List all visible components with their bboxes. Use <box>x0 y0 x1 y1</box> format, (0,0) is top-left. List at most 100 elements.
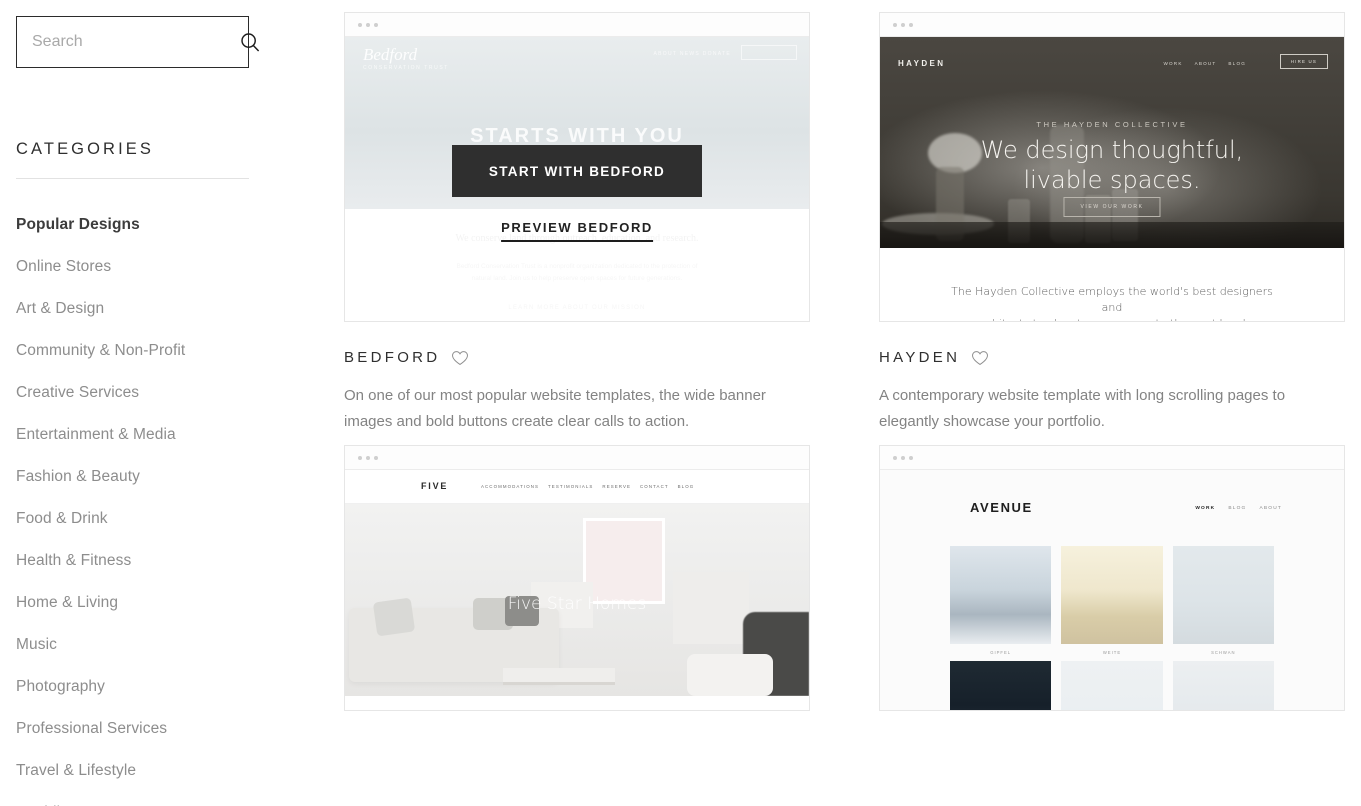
avenue-thumb-item <box>950 661 1052 710</box>
sidebar-item-food-drink[interactable]: Food & Drink <box>16 498 328 540</box>
five-nav-reserve: RESERVE <box>602 484 632 489</box>
sidebar-item-popular-designs[interactable]: Popular Designs <box>16 204 328 246</box>
sidebar-item-creative-services[interactable]: Creative Services <box>16 372 328 414</box>
decor-coffee-table <box>503 668 615 682</box>
hayden-cta-button: VIEW OUR WORK <box>1063 197 1161 217</box>
chrome-dot-icon <box>374 22 378 27</box>
five-nav-blog: BLOG <box>677 484 695 489</box>
sidebar-item-community-non-profit[interactable]: Community & Non-Profit <box>16 330 328 372</box>
avenue-thumb-caption: SCHWAN <box>1211 650 1236 655</box>
avenue-site-preview: AVENUE WORK BLOG ABOUT GIPFEL WEITE SCHW… <box>880 470 1344 710</box>
template-gallery-page: CATEGORIES Popular Designs Online Stores… <box>0 0 1361 806</box>
avenue-thumb-item: GIPFEL <box>950 546 1052 655</box>
preview-bedford-link[interactable]: PREVIEW BEDFORD <box>501 220 653 242</box>
hayden-headline: We design thoughtful, livable spaces. <box>880 135 1344 195</box>
hayden-nav: WORK ABOUT BLOG <box>1164 61 1247 66</box>
sidebar-item-art-design[interactable]: Art & Design <box>16 288 328 330</box>
sidebar-item-fashion-beauty[interactable]: Fashion & Beauty <box>16 456 328 498</box>
bedford-nav: ABOUT NEWS DONATE <box>653 51 731 57</box>
avenue-portfolio-grid: GIPFEL WEITE SCHWAN <box>950 546 1274 710</box>
avenue-nav-blog: BLOG <box>1228 506 1247 511</box>
sidebar-item-photography[interactable]: Photography <box>16 666 328 708</box>
chrome-dot-icon <box>901 455 905 460</box>
heart-outline-icon[interactable] <box>971 350 989 366</box>
sidebar-item-entertainment-media[interactable]: Entertainment & Media <box>16 414 328 456</box>
hayden-headline-line1: We design thoughtful, <box>980 136 1244 164</box>
sidebar-item-home-living[interactable]: Home & Living <box>16 582 328 624</box>
avenue-thumb-image <box>950 546 1052 644</box>
template-card-hayden[interactable]: HAYDEN WORK ABOUT BLOG HIRE US THE HAYDE… <box>879 12 1345 435</box>
search-box[interactable] <box>16 16 260 68</box>
chrome-dot-icon <box>909 22 913 27</box>
sidebar-item-online-stores[interactable]: Online Stores <box>16 246 328 288</box>
start-with-bedford-label: START WITH BEDFORD <box>488 163 666 179</box>
chrome-dot-icon <box>893 22 897 27</box>
sidebar-item-travel-lifestyle[interactable]: Travel & Lifestyle <box>16 750 328 792</box>
bedford-site-preview: Bedford CONSERVATION TRUST ABOUT NEWS DO… <box>345 37 809 321</box>
sidebar-item-music[interactable]: Music <box>16 624 328 666</box>
hayden-logo: HAYDEN <box>898 59 946 68</box>
five-headline: Five Star Homes <box>507 594 647 614</box>
decor-table <box>880 222 1344 248</box>
five-preview-frame[interactable]: FIVE ACCOMMODATIONS TESTIMONIALS RESERVE… <box>344 445 810 711</box>
hayden-body-line1: The Hayden Collective employs the world'… <box>951 285 1273 314</box>
hayden-nav-about: ABOUT <box>1194 61 1217 66</box>
hayden-body-text: The Hayden Collective employs the world'… <box>940 284 1284 321</box>
sidebar: CATEGORIES Popular Designs Online Stores… <box>0 0 344 806</box>
template-card-avenue[interactable]: AVENUE WORK BLOG ABOUT GIPFEL WEITE SCHW… <box>879 445 1345 711</box>
hayden-eyebrow: THE HAYDEN COLLECTIVE <box>1036 120 1188 129</box>
bedford-title: BEDFORD <box>344 349 441 366</box>
heart-outline-icon[interactable] <box>451 350 469 366</box>
start-with-bedford-button[interactable]: START WITH BEDFORD <box>452 145 702 197</box>
avenue-preview-frame[interactable]: AVENUE WORK BLOG ABOUT GIPFEL WEITE SCHW… <box>879 445 1345 711</box>
bedford-logo-subtitle: CONSERVATION TRUST <box>363 65 449 71</box>
five-nav-contact: CONTACT <box>640 484 669 489</box>
hayden-nav-blog: BLOG <box>1228 61 1246 66</box>
chrome-dot-icon <box>358 22 362 27</box>
avenue-thumb-item: SCHWAN <box>1172 546 1274 655</box>
template-card-bedford[interactable]: Bedford CONSERVATION TRUST ABOUT NEWS DO… <box>344 12 810 435</box>
sidebar-item-health-fitness[interactable]: Health & Fitness <box>16 540 328 582</box>
avenue-thumb-image <box>1172 661 1274 710</box>
five-nav-accommodations: ACCOMMODATIONS <box>481 484 540 489</box>
browser-chrome-bar <box>880 13 1344 37</box>
sidebar-item-professional-services[interactable]: Professional Services <box>16 708 328 750</box>
avenue-thumb-image <box>950 661 1052 710</box>
avenue-thumb-caption: GIPFEL <box>990 650 1012 655</box>
chrome-dot-icon <box>909 455 913 460</box>
bedford-description: On one of our most popular website templ… <box>344 387 766 430</box>
chrome-dot-icon <box>366 22 370 27</box>
avenue-thumb-caption: WEITE <box>1102 650 1122 655</box>
sidebar-item-wedding[interactable]: Wedding <box>16 792 328 806</box>
hayden-preview-frame[interactable]: HAYDEN WORK ABOUT BLOG HIRE US THE HAYDE… <box>879 12 1345 322</box>
bedford-logo: Bedford <box>363 45 418 64</box>
avenue-logo: AVENUE <box>970 500 1033 515</box>
bedford-card-meta: BEDFORD On one of our most popular websi… <box>344 322 810 435</box>
categories-divider <box>16 178 249 179</box>
chrome-dot-icon <box>374 455 378 460</box>
category-list: Popular Designs Online Stores Art & Desi… <box>16 204 328 806</box>
search-input[interactable] <box>32 33 239 51</box>
decor-window <box>583 518 665 604</box>
avenue-thumb-item <box>1172 661 1274 710</box>
decor-armchair <box>687 654 773 696</box>
avenue-thumb-image <box>1061 661 1163 710</box>
categories-heading: CATEGORIES <box>16 140 154 158</box>
five-nav-testimonials: TESTIMONIALS <box>548 484 594 489</box>
browser-chrome-bar <box>345 446 809 470</box>
hayden-description: A contemporary website template with lon… <box>879 387 1286 430</box>
avenue-nav-about: ABOUT <box>1259 506 1282 511</box>
bedford-inline-link: LEARN MORE ABOUT OUR MISSION <box>508 305 646 311</box>
hayden-site-preview: HAYDEN WORK ABOUT BLOG HIRE US THE HAYDE… <box>880 37 1344 321</box>
avenue-thumb-image <box>1172 546 1274 644</box>
avenue-thumb-item: WEITE <box>1061 546 1163 655</box>
hayden-nav-button: HIRE US <box>1279 54 1328 69</box>
template-card-five[interactable]: FIVE ACCOMMODATIONS TESTIMONIALS RESERVE… <box>344 445 810 711</box>
chrome-dot-icon <box>366 455 370 460</box>
search-icon[interactable] <box>239 31 261 53</box>
chrome-dot-icon <box>901 22 905 27</box>
bedford-preview-frame[interactable]: Bedford CONSERVATION TRUST ABOUT NEWS DO… <box>344 12 810 322</box>
bedford-title-row: BEDFORD <box>344 349 810 366</box>
avenue-thumb-item <box>1061 661 1163 710</box>
template-grid: Bedford CONSERVATION TRUST ABOUT NEWS DO… <box>344 0 1361 806</box>
